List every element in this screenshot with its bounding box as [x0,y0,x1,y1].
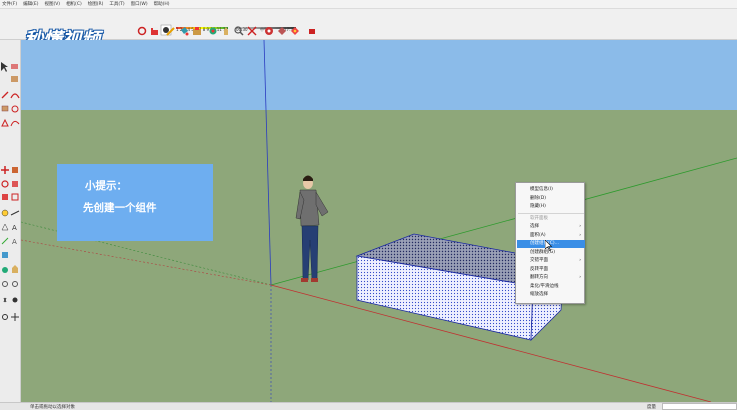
paint-bucket-icon[interactable] [179,26,189,36]
select-icon[interactable] [1,62,8,72]
protractor-icon[interactable] [1,223,9,231]
svg-text:A: A [12,224,17,232]
context-menu-item-label: 面积(A) [530,232,546,238]
menu-item[interactable]: 帮助(H) [154,1,170,7]
context-menu-item[interactable]: 反转平面 [517,266,585,274]
status-text: 单击或拖动以选择对象 [30,405,75,410]
menu-item[interactable]: 相机(C) [66,1,82,7]
make-component-icon[interactable] [11,76,18,82]
styles-icon[interactable] [290,26,300,36]
zoom-tool-icon[interactable] [2,281,8,287]
freehand-icon[interactable] [10,120,20,127]
context-menu-item-label: 交错平面 [530,258,548,263]
follow-me-icon[interactable] [12,181,18,187]
rectangle-icon[interactable] [1,105,9,112]
context-menu-item[interactable]: 隐藏(H) [517,203,585,211]
context-menu-item-label: 柔化/平滑边线 [530,283,559,289]
submenu-arrow-icon: › [579,258,581,263]
position-camera-icon[interactable] [11,313,19,321]
tape-measure-icon[interactable] [1,209,9,217]
polygon-icon[interactable] [1,118,9,127]
extension-icon[interactable] [307,26,317,36]
submenu-arrow-icon: › [579,275,581,280]
scale-icon[interactable] [2,194,8,200]
sky [21,40,737,110]
push-pull-icon[interactable] [192,26,202,36]
tip-title: 小提示： [85,180,127,192]
3d-text-icon[interactable]: A [12,238,17,246]
sketchup-window: 文件(F) 编辑(E) 视图(V) 相机(C) 绘图(R) 工具(T) 窗口(W) 帮助(H)… [0,0,737,410]
context-menu-item[interactable]: 删除(D) [517,195,585,203]
circle-icon[interactable] [11,105,19,113]
move-icon[interactable] [1,166,9,174]
walk-icon[interactable] [3,297,7,303]
look-around-icon[interactable] [12,297,18,303]
pan-icon[interactable] [221,26,231,36]
pencil-icon[interactable] [166,26,176,36]
eraser-icon[interactable] [11,64,18,69]
context-menu-item-label: 隐藏(H) [530,204,546,209]
rotate-icon[interactable] [1,180,9,188]
status-bar: 单击或拖动以选择对象 度量 [0,402,737,410]
offset-icon[interactable] [11,193,19,201]
tip-text: 先创建一个组件 [83,202,157,214]
menu-item[interactable]: 编辑(E) [23,1,38,7]
menu-item[interactable]: 绘图(R) [88,1,104,7]
paint-tool-icon[interactable] [2,252,8,258]
measurements-input[interactable] [662,403,737,410]
submenu-arrow-icon: › [579,232,581,238]
zoom-extents-icon[interactable] [247,26,257,36]
paste-icon[interactable] [150,26,160,36]
tip-box: 小提示： 先创建一个组件 [57,164,213,241]
axes-icon[interactable] [1,237,9,245]
measurements-label: 度量 [647,405,656,410]
context-menu-item-label: 反转平面 [530,266,548,272]
components-icon[interactable] [277,26,287,36]
menu-separator [518,212,584,214]
mouse-cursor-icon [545,240,553,251]
menu-item[interactable]: 窗口(W) [131,1,148,7]
section-plane-icon[interactable] [2,314,8,320]
context-menu-item[interactable]: 交错平面 › [517,257,585,265]
menu-item[interactable]: 视图(V) [44,1,60,7]
menu-item[interactable]: 工具(T) [109,1,124,7]
warehouse-icon[interactable] [264,26,274,36]
zoom-icon[interactable] [234,26,244,36]
dimension-icon[interactable] [10,210,20,216]
context-menu-item-label: 翻转方向 [530,275,548,280]
orbit-icon[interactable] [208,26,218,36]
context-menu-item: 软开面板 [517,215,585,223]
context-menu-item-label: 缩放选择 [530,292,548,297]
context-menu-item-label: 选择 [530,224,539,229]
text-icon[interactable]: A [12,224,17,232]
menu-bar: 文件(F) 编辑(E) 视图(V) 相机(C) 绘图(R) 工具(T) 窗口(W) 帮助(H) [0,0,737,9]
context-menu-item-label: 模型信息(I) [530,187,553,192]
orbit-tool-icon[interactable] [2,267,8,273]
tool-palette: A A [0,40,21,402]
push-pull-tool-icon[interactable] [12,167,18,173]
context-menu-item[interactable]: 柔化/平滑边线 [517,283,585,291]
context-menu-item[interactable]: 模型信息(I) [517,186,585,194]
line-icon[interactable] [1,91,9,99]
context-menu-item[interactable]: 翻转方向 › [517,274,585,282]
main-toolbar: 秒懂视频 1 2 3 4 5 6 7 8 9 10 11 12 06:30 [0,9,737,51]
submenu-arrow-icon: › [579,224,581,229]
context-menu-item[interactable]: 面积(A) › [517,232,585,240]
zoom-window-icon[interactable] [12,281,18,287]
context-menu-item-label: 删除(D) [530,195,546,201]
arc-icon[interactable] [10,93,20,99]
context-menu-item[interactable]: 缩放选择 [517,291,585,299]
context-menu-item-label: 软开面板 [530,215,548,221]
svg-text:A: A [12,238,17,246]
context-menu-item[interactable]: 选择 › [517,223,585,231]
modeling-viewport[interactable]: 小提示： 先创建一个组件 模型信息(I) 删除(D) 隐藏(H) 软开面板 选择 › 面积(… [21,40,737,402]
redo-icon[interactable] [137,26,147,36]
pan-tool-icon[interactable] [12,265,18,273]
menu-item[interactable]: 文件(F) [2,1,17,7]
